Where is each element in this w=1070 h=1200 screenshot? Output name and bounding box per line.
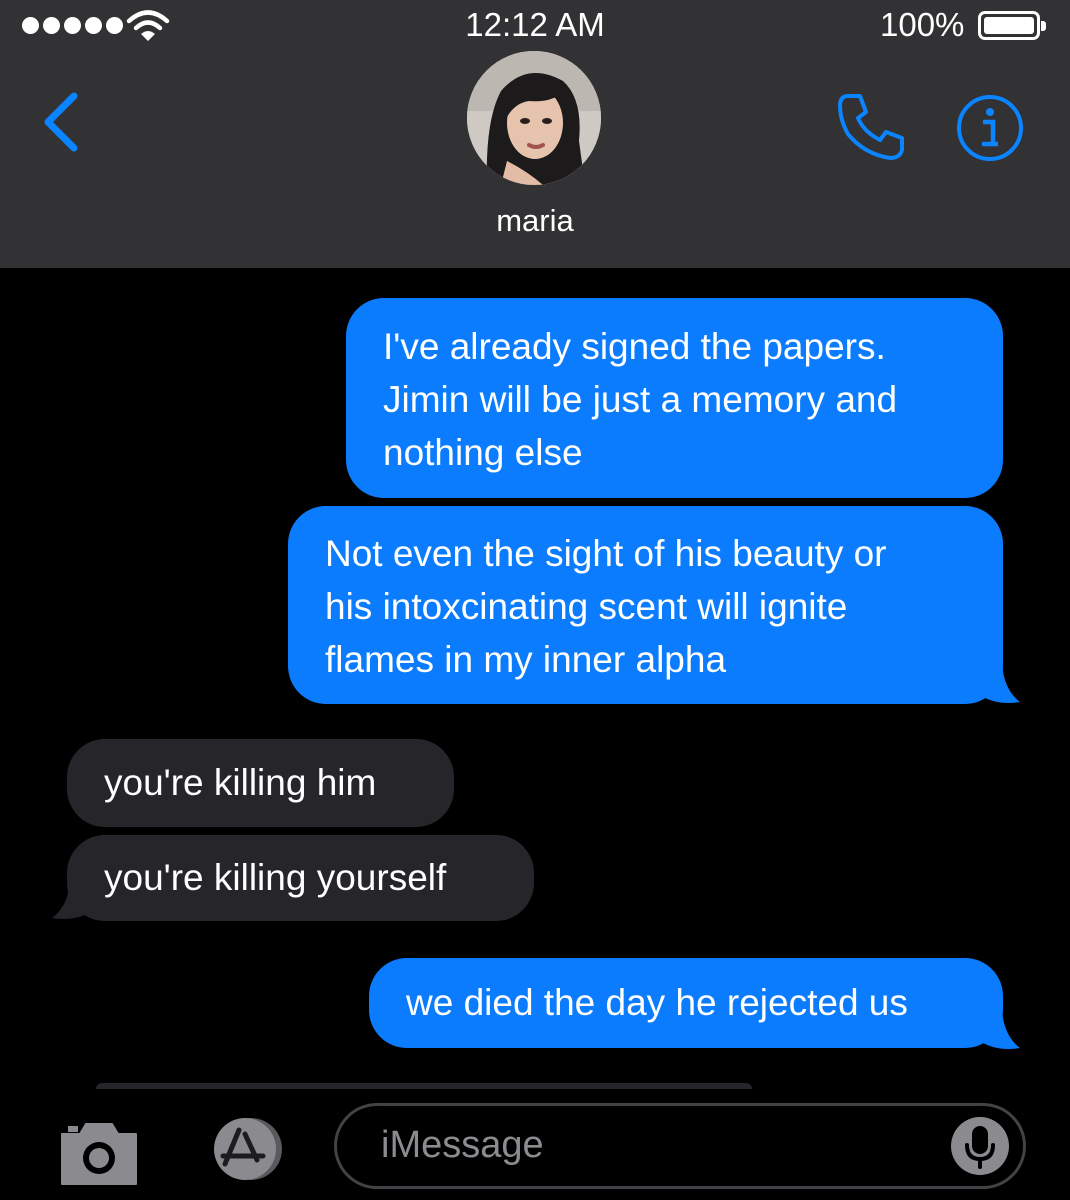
bubble-tail (976, 1010, 1020, 1049)
message-bubble-outgoing[interactable]: we died the day he rejected us (369, 958, 1003, 1048)
contact-name[interactable]: maria (0, 203, 1070, 239)
chevron-left-icon (44, 92, 78, 152)
bubble-tail (52, 882, 96, 919)
avatar[interactable] (467, 51, 601, 185)
camera-icon (61, 1123, 137, 1185)
apps-button[interactable] (193, 1116, 291, 1182)
microphone-icon (965, 1126, 995, 1169)
status-bar: 12:12 AM 100% (0, 0, 1070, 54)
message-bubble-incoming[interactable]: you're killing yourself (67, 835, 534, 921)
partial-message-bubble (96, 1083, 752, 1089)
message-line: Jimin will be just a memory and (383, 379, 898, 420)
message-line: you're killing yourself (104, 857, 447, 898)
message-line: nothing else (383, 432, 583, 473)
imessage-placeholder: iMessage (381, 1124, 544, 1166)
back-button[interactable] (38, 90, 88, 154)
message-line: I've already signed the papers. (383, 326, 886, 367)
imessage-input[interactable]: iMessage (334, 1103, 1026, 1189)
call-button[interactable] (834, 88, 910, 164)
info-button[interactable] (956, 94, 1024, 162)
message-line: Not even the sight of his beauty or (325, 533, 887, 574)
navigation-header: 12:12 AM 100% maria (0, 0, 1070, 268)
message-bubble-outgoing[interactable]: I've already signed the papers. Jimin wi… (346, 298, 1003, 498)
phone-icon (838, 94, 904, 160)
microphone-button[interactable] (951, 1117, 1009, 1175)
battery-icon (978, 11, 1046, 40)
message-bubble-outgoing[interactable]: Not even the sight of his beauty or his … (288, 506, 1003, 704)
camera-button[interactable] (58, 1118, 140, 1188)
bubble-tail (976, 664, 1020, 703)
message-line: you're killing him (104, 762, 377, 803)
message-line: his intoxcinating scent will ignite (325, 586, 848, 627)
message-bubble-incoming[interactable]: you're killing him (67, 739, 454, 827)
battery-percent: 100% (880, 6, 965, 43)
message-line: flames in my inner alpha (325, 639, 727, 680)
info-icon (957, 95, 1023, 161)
message-line: we died the day he rejected us (406, 982, 908, 1023)
